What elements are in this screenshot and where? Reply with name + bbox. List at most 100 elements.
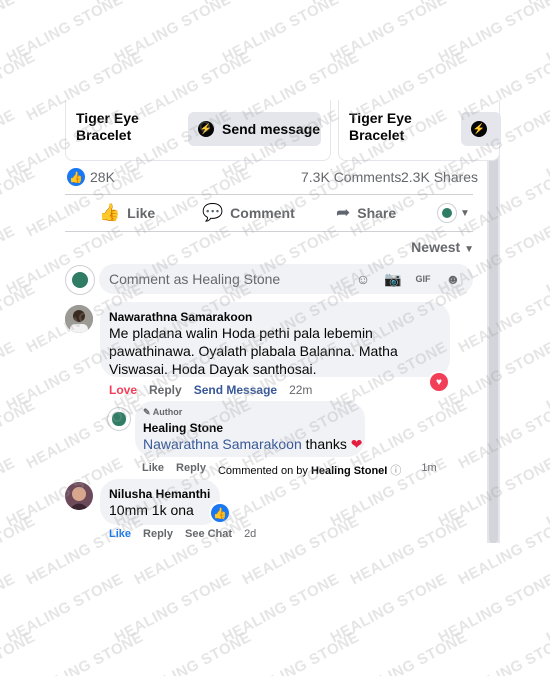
comment-timestamp[interactable]: 22m — [289, 383, 312, 397]
comment-input[interactable]: Comment as Healing Stone ☺ 📷 GIF ☻ — [99, 264, 473, 294]
reply-link[interactable]: Reply — [149, 383, 182, 397]
reaction-count[interactable]: 28K — [90, 169, 115, 185]
page-avatar[interactable] — [107, 407, 131, 431]
like-link[interactable]: Like — [109, 528, 131, 540]
heart-emoji-icon: ❤ — [350, 436, 363, 452]
scrollbar-thumb[interactable] — [489, 100, 498, 543]
watermark-text: HEALING STONE — [543, 107, 550, 183]
like-link[interactable]: Like — [142, 462, 164, 478]
watermark-text: HEALING STONE — [0, 0, 106, 8]
share-button[interactable]: ➦ Share — [336, 201, 396, 225]
post-feed: Tiger Eye Bracelet ⚡ Send message Tiger E… — [65, 95, 501, 545]
watermark-text: HEALING STONE — [0, 280, 38, 357]
watermark-text: HEALING STONE — [524, 0, 550, 8]
commenter-avatar[interactable] — [65, 305, 93, 333]
heart-icon[interactable]: ♥ — [430, 373, 448, 391]
card-title: Tiger Eye Bracelet — [349, 110, 412, 143]
gif-icon[interactable]: GIF — [413, 269, 433, 289]
comments-count[interactable]: 7.3K Comments — [301, 169, 401, 185]
author-badge: ✎ Author — [143, 407, 183, 417]
product-card-2[interactable]: Tiger Eye Bracelet ⚡ — [338, 100, 501, 161]
mention-link[interactable]: Nawarathna Samarakoon — [143, 436, 302, 452]
watermark-text: HEALING STONE — [0, 164, 38, 241]
chevron-down-icon: ▼ — [460, 207, 470, 219]
audience-selector[interactable]: ▼ — [437, 201, 470, 225]
divider — [65, 231, 473, 232]
send-message-link[interactable]: Send Message — [194, 383, 277, 397]
card-title: Tiger Eye Bracelet — [76, 110, 139, 143]
watermark-text: HEALING STONE — [543, 571, 550, 647]
pencil-icon: ✎ — [143, 407, 151, 417]
watermark-text: HEALING STONE — [200, 0, 322, 8]
camera-icon[interactable]: 📷 — [383, 269, 403, 289]
watermark-text: HEALING STONE — [0, 454, 18, 531]
watermark-text: HEALING STONE — [239, 628, 362, 676]
sort-newest-dropdown[interactable]: Newest ▼ — [411, 239, 474, 255]
watermark-text: HEALING STONE — [0, 338, 18, 415]
watermark-text: HEALING STONE — [456, 628, 550, 676]
watermark-text: HEALING STONE — [111, 0, 234, 67]
post-stats: 👍 28K 7.3K Comments 2.3K Shares — [65, 165, 487, 189]
comment-author[interactable]: Nilusha Hemanthi — [109, 487, 210, 501]
watermark-text: HEALING STONE — [327, 570, 450, 647]
watermark-text: HEALING STONE — [219, 570, 342, 647]
watermark-text: HEALING STONE — [0, 396, 38, 473]
watermark-text: HEALING STONE — [0, 628, 38, 676]
watermark-text: HEALING STONE — [111, 570, 234, 647]
caret-down-icon: ▼ — [464, 244, 474, 255]
see-chat-link[interactable]: See Chat — [185, 528, 232, 540]
watermark-text: HEALING STONE — [0, 48, 38, 125]
watermark-text: HEALING STONE — [0, 570, 18, 647]
messenger-icon: ⚡ — [198, 121, 214, 137]
send-message-button[interactable]: ⚡ — [461, 112, 501, 146]
watermark-text: HEALING STONE — [543, 339, 550, 415]
watermark-text: HEALING STONE — [347, 628, 470, 676]
watermark-text: HEALING STONE — [327, 0, 450, 67]
watermark-text: HEALING STONE — [3, 570, 126, 647]
like-reaction-icon: 👍 — [67, 168, 85, 186]
comment-bubble: Nawarathna Samarakoon Me pladana walin H… — [100, 302, 450, 377]
reply-link[interactable]: Reply — [143, 528, 173, 540]
watermark-text: HEALING STONE — [0, 106, 18, 183]
product-card-1[interactable]: Tiger Eye Bracelet ⚡ Send message — [65, 100, 331, 161]
emoji-icon[interactable]: ☺ — [353, 269, 373, 289]
comment-timestamp[interactable]: 2d — [244, 528, 256, 540]
page-avatar — [437, 203, 457, 223]
watermark-text: HEALING STONE — [92, 0, 214, 8]
send-message-button[interactable]: ⚡ Send message — [188, 112, 321, 146]
composer-avatar — [65, 265, 95, 295]
reply-author[interactable]: Healing Stone — [143, 421, 223, 435]
comment-actions: Like Reply See Chat 2d — [109, 528, 256, 540]
comment-text: Me pladana walin Hoda pethi pala lebemin… — [109, 325, 398, 377]
watermark-text: HEALING STONE — [0, 222, 18, 299]
shares-count[interactable]: 2.3K Shares — [401, 169, 478, 185]
watermark-text: HEALING STONE — [543, 455, 550, 531]
commenter-avatar[interactable] — [65, 482, 93, 510]
comment-bubble: Nilusha Hemanthi 10mm 1k ona — [100, 479, 220, 525]
comment-actions: Love Reply Send Message 22m — [109, 383, 312, 397]
like-button[interactable]: 👍 Like — [99, 201, 155, 225]
reply-text: Nawarathna Samarakoon thanks ❤ — [143, 436, 363, 452]
reply-bubble: ✎ Author Healing Stone Nawarathna Samara… — [135, 401, 365, 457]
messenger-icon: ⚡ — [471, 121, 487, 137]
watermark-text: HEALING STONE — [131, 628, 254, 676]
reply-timestamp[interactable]: 1m — [421, 462, 436, 478]
watermark-text: HEALING STONE — [219, 0, 342, 67]
comment-text: 10mm 1k ona — [109, 502, 194, 518]
share-icon: ➦ — [336, 203, 351, 222]
watermark-text: HEALING STONE — [416, 0, 538, 8]
divider — [65, 194, 473, 195]
info-icon[interactable]: ⓘ — [390, 465, 401, 477]
love-reaction-link[interactable]: Love — [109, 383, 137, 397]
sticker-icon[interactable]: ☻ — [443, 269, 463, 289]
watermark-text: HEALING STONE — [435, 570, 550, 647]
comment-button[interactable]: 💬 Comment — [202, 201, 295, 225]
comment-author[interactable]: Nawarathna Samarakoon — [109, 310, 252, 324]
like-icon[interactable]: 👍 — [211, 504, 229, 522]
reply-actions: Like Reply Commented on by Healing Stone… — [142, 462, 437, 478]
watermark-text: HEALING STONE — [543, 0, 550, 67]
watermark-text: HEALING STONE — [0, 512, 38, 589]
watermark-text: HEALING STONE — [308, 0, 430, 8]
reply-link[interactable]: Reply — [176, 462, 206, 478]
commented-on-by: Commented on by Healing StoneI ⓘ — [217, 465, 402, 477]
